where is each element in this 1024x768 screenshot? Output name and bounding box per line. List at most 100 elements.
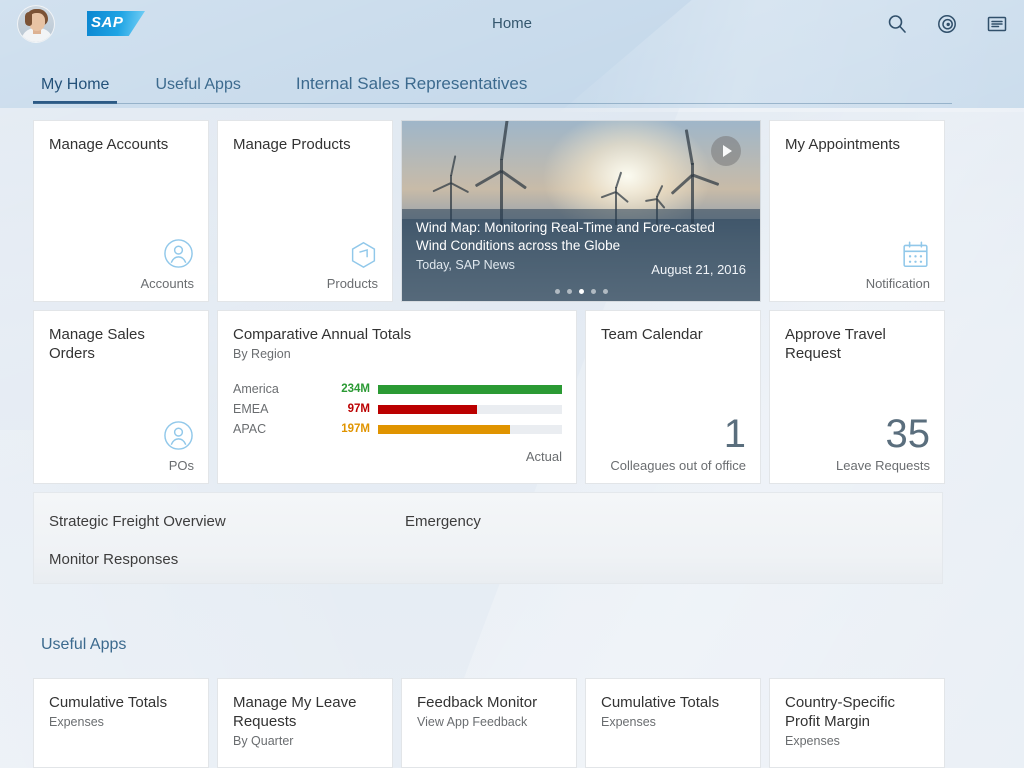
header-actions bbox=[886, 13, 1008, 35]
tile-news-wind-map[interactable]: Wind Map: Monitoring Real-Time and Fore-… bbox=[401, 120, 761, 302]
tile-title: Manage Accounts bbox=[49, 136, 169, 153]
carousel-dot-active[interactable] bbox=[578, 289, 584, 294]
tile-title: Manage Products bbox=[233, 136, 351, 153]
chart-track bbox=[378, 404, 562, 414]
tile-kpi-value: 35 bbox=[885, 412, 931, 456]
tab-bar-divider bbox=[33, 103, 952, 104]
avatar-hair-side bbox=[25, 11, 32, 26]
page-title: Home bbox=[491, 15, 532, 32]
tile-title: Country-Specific Profit Margin bbox=[785, 694, 896, 730]
tile-footer-label: Accounts bbox=[140, 276, 194, 291]
tile-kpi-value: 1 bbox=[723, 412, 746, 456]
panel-link-monitor-responses[interactable]: Monitor Responses bbox=[49, 551, 178, 568]
tile-comparative-annual-totals[interactable]: Comparative Annual Totals By Region Amer… bbox=[217, 310, 577, 484]
tile-cumulative-totals-1[interactable]: Cumulative Totals Expenses bbox=[33, 678, 209, 768]
carousel-dots bbox=[402, 289, 760, 294]
chart-bar-fill bbox=[378, 424, 511, 434]
carousel-dot[interactable] bbox=[554, 289, 560, 294]
section-heading-useful-apps: Useful Apps bbox=[41, 636, 127, 653]
carousel-dot[interactable] bbox=[602, 289, 608, 294]
tile-manage-sales-orders[interactable]: Manage Sales Orders POs bbox=[33, 310, 209, 484]
chart-track bbox=[378, 384, 562, 394]
tile-manage-accounts[interactable]: Manage Accounts Accounts bbox=[33, 120, 209, 302]
menu-icon[interactable] bbox=[986, 13, 1008, 35]
chart-bar-row: EMEA 97M bbox=[233, 402, 562, 416]
tile-feedback-monitor[interactable]: Feedback Monitor View App Feedback bbox=[401, 678, 577, 768]
tile-country-specific-profit-margin[interactable]: Country-Specific Profit Margin Expenses bbox=[769, 678, 945, 768]
fiori-launchpad: SAP Home My Home Useful Apps Internal Sa… bbox=[0, 0, 1024, 768]
tile-title: Team Calendar bbox=[601, 326, 703, 343]
tile-footer-label: Colleagues out of office bbox=[610, 458, 746, 473]
tile-subtitle: Expenses bbox=[785, 734, 840, 748]
tile-footer: POs bbox=[49, 420, 194, 473]
chart-title: Comparative Annual Totals bbox=[233, 326, 412, 343]
avatar[interactable] bbox=[17, 4, 55, 43]
chart-value-label: 234M bbox=[341, 383, 370, 395]
tile-manage-products[interactable]: Manage Products Products bbox=[217, 120, 393, 302]
chart-bar-row: America 234M bbox=[233, 382, 562, 396]
tile-footer-label: Notification bbox=[865, 276, 930, 291]
chart-legend: Actual bbox=[525, 449, 562, 464]
chart-value-label: 97M bbox=[347, 403, 370, 415]
tile-team-calendar[interactable]: Team Calendar 1 Colleagues out of office bbox=[585, 310, 761, 484]
news-overlay: Wind Map: Monitoring Real-Time and Fore-… bbox=[402, 209, 760, 301]
tile-footer-label: Products bbox=[326, 276, 378, 291]
tile-manage-my-leave-requests[interactable]: Manage My Leave Requests By Quarter bbox=[217, 678, 393, 768]
tile-title: Cumulative Totals bbox=[601, 694, 720, 711]
tile-footer: Accounts bbox=[49, 238, 194, 291]
tab-useful-apps[interactable]: Useful Apps bbox=[155, 76, 240, 104]
bar-chart: America 234M EMEA 97M APAC 197M bbox=[233, 382, 562, 436]
calendar-icon bbox=[901, 240, 930, 269]
tile-title: Manage Sales Orders bbox=[49, 326, 145, 362]
links-panel: Strategic Freight Overview Emergency Mon… bbox=[33, 492, 943, 584]
tile-title: Cumulative Totals bbox=[49, 694, 168, 711]
tile-title: My Appointments bbox=[785, 136, 901, 153]
chart-category-label: EMEA bbox=[233, 402, 269, 416]
tile-title: Manage My Leave Requests bbox=[233, 694, 357, 730]
sap-logo-text: SAP bbox=[91, 14, 124, 31]
tile-footer: 35 Leave Requests bbox=[785, 414, 930, 473]
product-box-icon bbox=[349, 240, 378, 269]
tile-subtitle: Expenses bbox=[49, 715, 104, 729]
shell-header: SAP Home bbox=[0, 0, 1024, 47]
person-icon bbox=[163, 420, 194, 451]
tile-footer: Notification bbox=[785, 240, 930, 291]
copilot-icon[interactable] bbox=[936, 13, 958, 35]
tile-subtitle: View App Feedback bbox=[417, 715, 528, 729]
chart-bar-fill bbox=[378, 384, 562, 394]
tile-approve-travel-request[interactable]: Approve Travel Request 35 Leave Requests bbox=[769, 310, 945, 484]
chart-track bbox=[378, 424, 562, 434]
sap-logo[interactable]: SAP bbox=[87, 11, 145, 36]
carousel-dot[interactable] bbox=[590, 289, 596, 294]
person-icon bbox=[163, 238, 194, 269]
news-date: August 21, 2016 bbox=[651, 262, 746, 277]
search-icon[interactable] bbox=[886, 13, 908, 35]
tab-my-home[interactable]: My Home bbox=[32, 76, 118, 104]
tile-footer-label: Leave Requests bbox=[836, 458, 930, 473]
tile-footer: Products bbox=[233, 240, 378, 291]
chart-subtitle: By Region bbox=[233, 347, 291, 361]
tile-footer: 1 Colleagues out of office bbox=[601, 414, 746, 473]
chart-bar-fill bbox=[378, 404, 478, 414]
tile-row-1: Manage Accounts Accounts Manage Products bbox=[33, 120, 952, 302]
tab-internal-sales-representatives[interactable]: Internal Sales Representatives bbox=[296, 74, 528, 104]
tile-footer-label: POs bbox=[168, 458, 194, 473]
tile-my-appointments[interactable]: My Appointments Notification bbox=[769, 120, 945, 302]
tile-subtitle: By Quarter bbox=[233, 734, 294, 748]
tile-title: Approve Travel Request bbox=[785, 326, 886, 362]
panel-link-emergency[interactable]: Emergency bbox=[405, 513, 481, 530]
tile-subtitle: Expenses bbox=[601, 715, 656, 729]
play-icon[interactable] bbox=[711, 136, 741, 166]
chart-category-label: APAC bbox=[233, 422, 267, 436]
tab-list: My Home Useful Apps Internal Sales Repre… bbox=[32, 64, 952, 104]
chart-category-label: America bbox=[233, 382, 279, 396]
carousel-dot[interactable] bbox=[566, 289, 572, 294]
news-title: Wind Map: Monitoring Real-Time and Fore-… bbox=[416, 220, 715, 253]
chart-value-label: 197M bbox=[341, 423, 370, 435]
panel-link-strategic-freight-overview[interactable]: Strategic Freight Overview bbox=[49, 513, 226, 530]
tab-bar: My Home Useful Apps Internal Sales Repre… bbox=[32, 64, 952, 112]
tile-row-2: Manage Sales Orders POs Comparative Annu… bbox=[33, 310, 952, 484]
tile-title: Feedback Monitor bbox=[417, 694, 538, 711]
tile-row-3: Cumulative Totals Expenses Manage My Lea… bbox=[33, 678, 952, 768]
tile-cumulative-totals-2[interactable]: Cumulative Totals Expenses bbox=[585, 678, 761, 768]
